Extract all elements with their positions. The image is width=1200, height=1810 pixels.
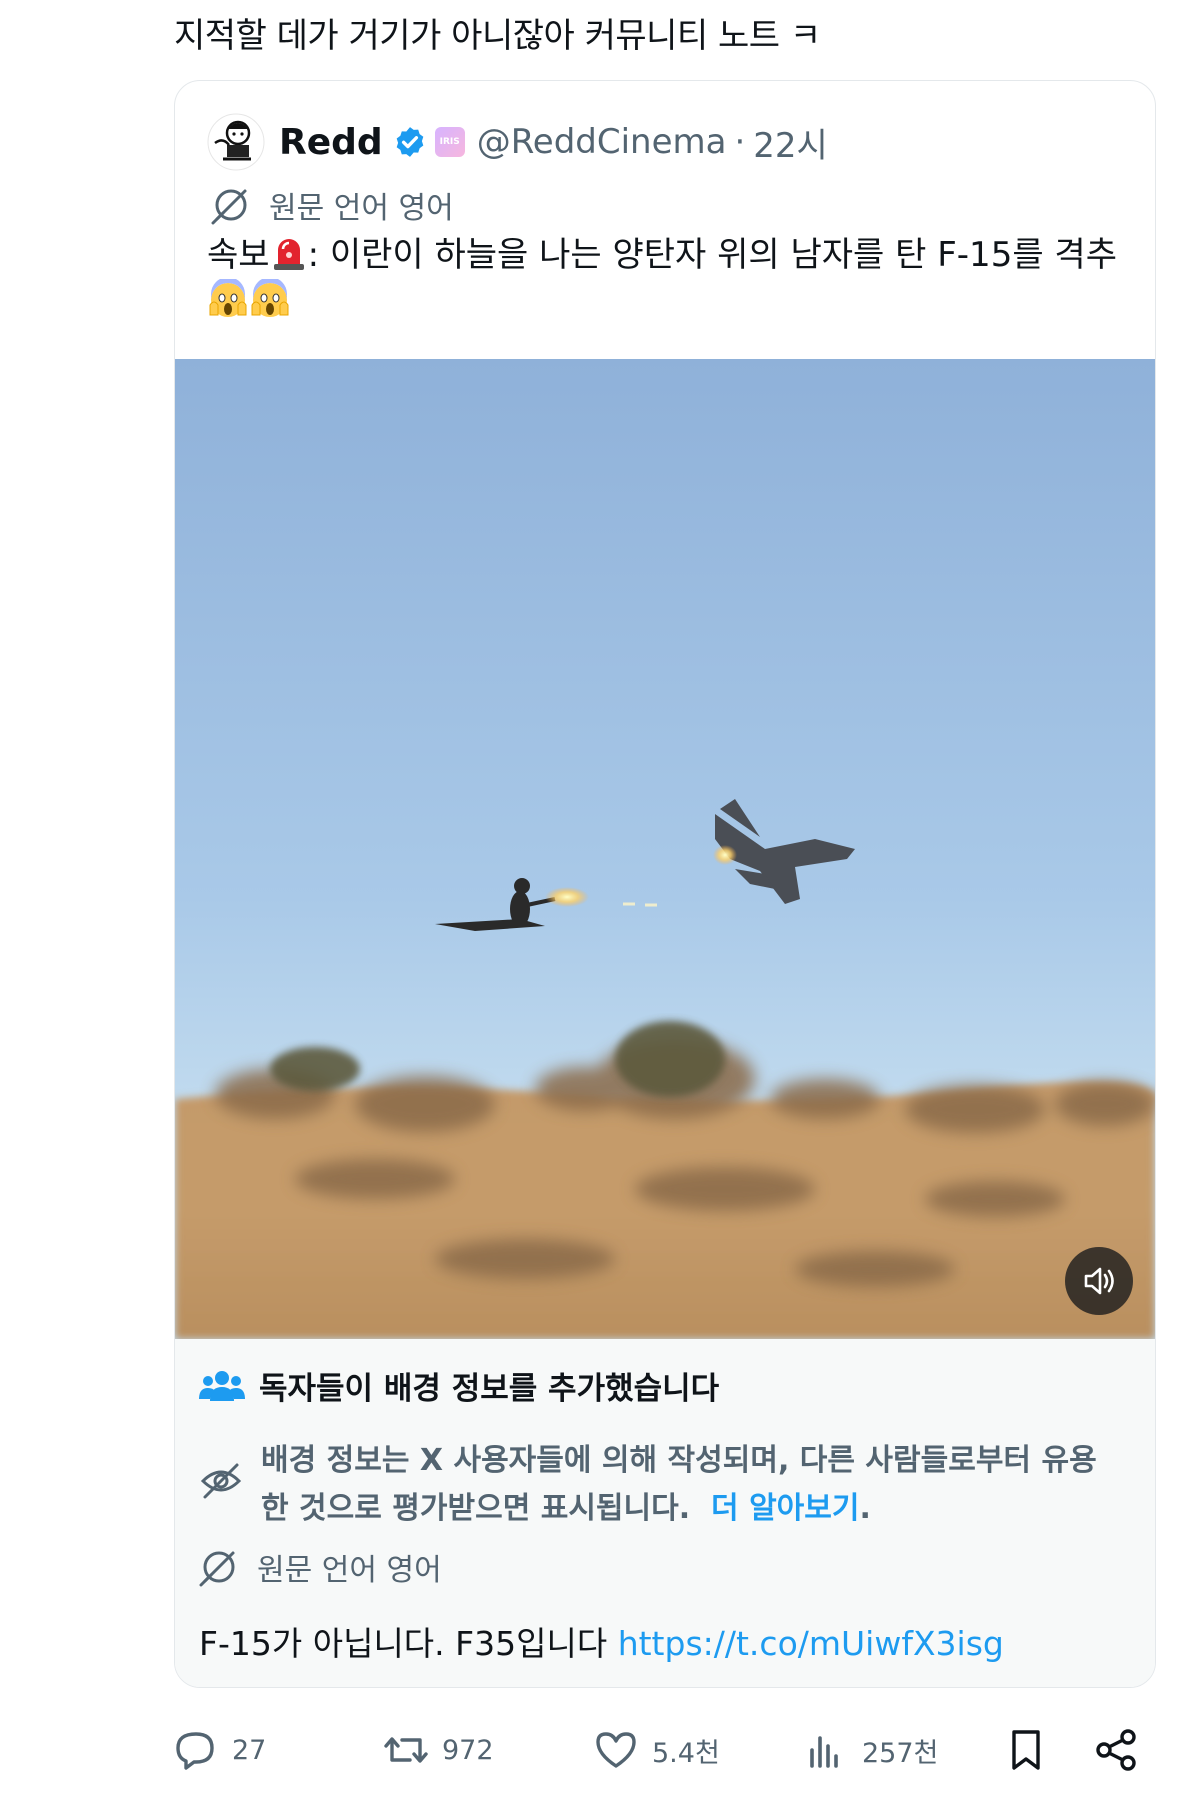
like-count: 5.4천 [652, 1737, 720, 1769]
affiliate-badge[interactable]: IRIS [434, 127, 465, 157]
video-player[interactable] [175, 359, 1155, 1339]
repost-button[interactable]: 972 [384, 1720, 494, 1780]
quoted-post-body: 속보 : 이란이 하늘을 나는 양탄자 위의 남자를 탄 F-15를 격추 [207, 231, 1127, 328]
scream-icon [209, 279, 247, 317]
learn-more-link[interactable]: 더 알아보기 [711, 1491, 859, 1526]
note-title-text: 독자들이 배경 정보를 추가했습니다 [259, 1371, 720, 1407]
note-body-text: F-15가 아닙니다. F35입니다 [199, 1624, 608, 1663]
video-frame [175, 359, 1155, 1339]
reply-icon [176, 1732, 214, 1770]
repost-icon [384, 1737, 428, 1763]
note-description-text: 배경 정보는 X 사용자들에 의해 작성되며, 다른 사람들로부터 유용한 것으… [261, 1443, 1097, 1526]
share-icon [1096, 1729, 1136, 1771]
scream-icon [251, 279, 289, 317]
speaker-icon [1084, 1267, 1114, 1295]
like-button[interactable]: 5.4천 [594, 1720, 720, 1780]
view-count: 257천 [862, 1737, 939, 1769]
bookmark-icon [1012, 1730, 1040, 1770]
translate-label: 원문 언어 영어 [269, 191, 454, 226]
reply-button[interactable]: 27 [174, 1720, 266, 1780]
note-source-link[interactable]: https://t.co/mUiwfX3isg [618, 1624, 1004, 1663]
community-note: 독자들이 배경 정보를 추가했습니다 배경 정보는 X 사용자들에 의해 작성되… [175, 1339, 1155, 1687]
translate-notice[interactable]: 원문 언어 영어 [211, 183, 454, 227]
separator-dot: · [734, 122, 746, 162]
translate-label: 원문 언어 영어 [257, 1553, 442, 1588]
post-action-bar: 27 972 5.4천 257천 [174, 1720, 1154, 1790]
people-icon [199, 1370, 245, 1401]
repost-count: 972 [442, 1734, 494, 1766]
translate-icon [211, 189, 247, 225]
views-chart-icon [810, 1736, 838, 1768]
body-text: : 이란이 하늘을 나는 양탄자 위의 남자를 탄 F-15를 격추 [307, 235, 1117, 275]
rotating-light-icon [273, 239, 304, 270]
views-button[interactable]: 257천 [804, 1720, 938, 1780]
body-prefix: 속보 [207, 235, 270, 275]
heart-icon [596, 1732, 636, 1768]
verified-badge-icon [396, 127, 424, 157]
translate-icon [199, 1551, 235, 1587]
learn-more-suffix: . [859, 1491, 871, 1526]
share-button[interactable] [1094, 1720, 1152, 1780]
community-note-description: 배경 정보는 X 사용자들에 의해 작성되며, 다른 사람들로부터 유용한 것으… [199, 1437, 1099, 1533]
quoted-post-card[interactable]: Redd IRIS @ReddCinema · 22시 원문 언어 영어 속보 … [174, 80, 1156, 1688]
reply-count: 27 [232, 1734, 267, 1766]
display-name[interactable]: Redd [279, 122, 383, 163]
user-handle[interactable]: @ReddCinema [477, 122, 727, 162]
community-note-title: 독자들이 배경 정보를 추가했습니다 [199, 1363, 719, 1408]
avatar[interactable] [207, 113, 265, 171]
post-text: 지적할 데가 거기가 아니잖아 커뮤니티 노트 ㅋ [174, 16, 821, 56]
hidden-eye-icon [200, 1463, 242, 1499]
community-note-body: F-15가 아닙니다. F35입니다 https://t.co/mUiwfX3i… [199, 1617, 1004, 1665]
note-translate-notice[interactable]: 원문 언어 영어 [199, 1545, 442, 1589]
mute-toggle-button[interactable] [1065, 1247, 1133, 1315]
post-time[interactable]: 22시 [753, 118, 828, 167]
bookmark-button[interactable] [1004, 1720, 1062, 1780]
quoted-post-header: Redd IRIS @ReddCinema · 22시 [207, 113, 828, 171]
